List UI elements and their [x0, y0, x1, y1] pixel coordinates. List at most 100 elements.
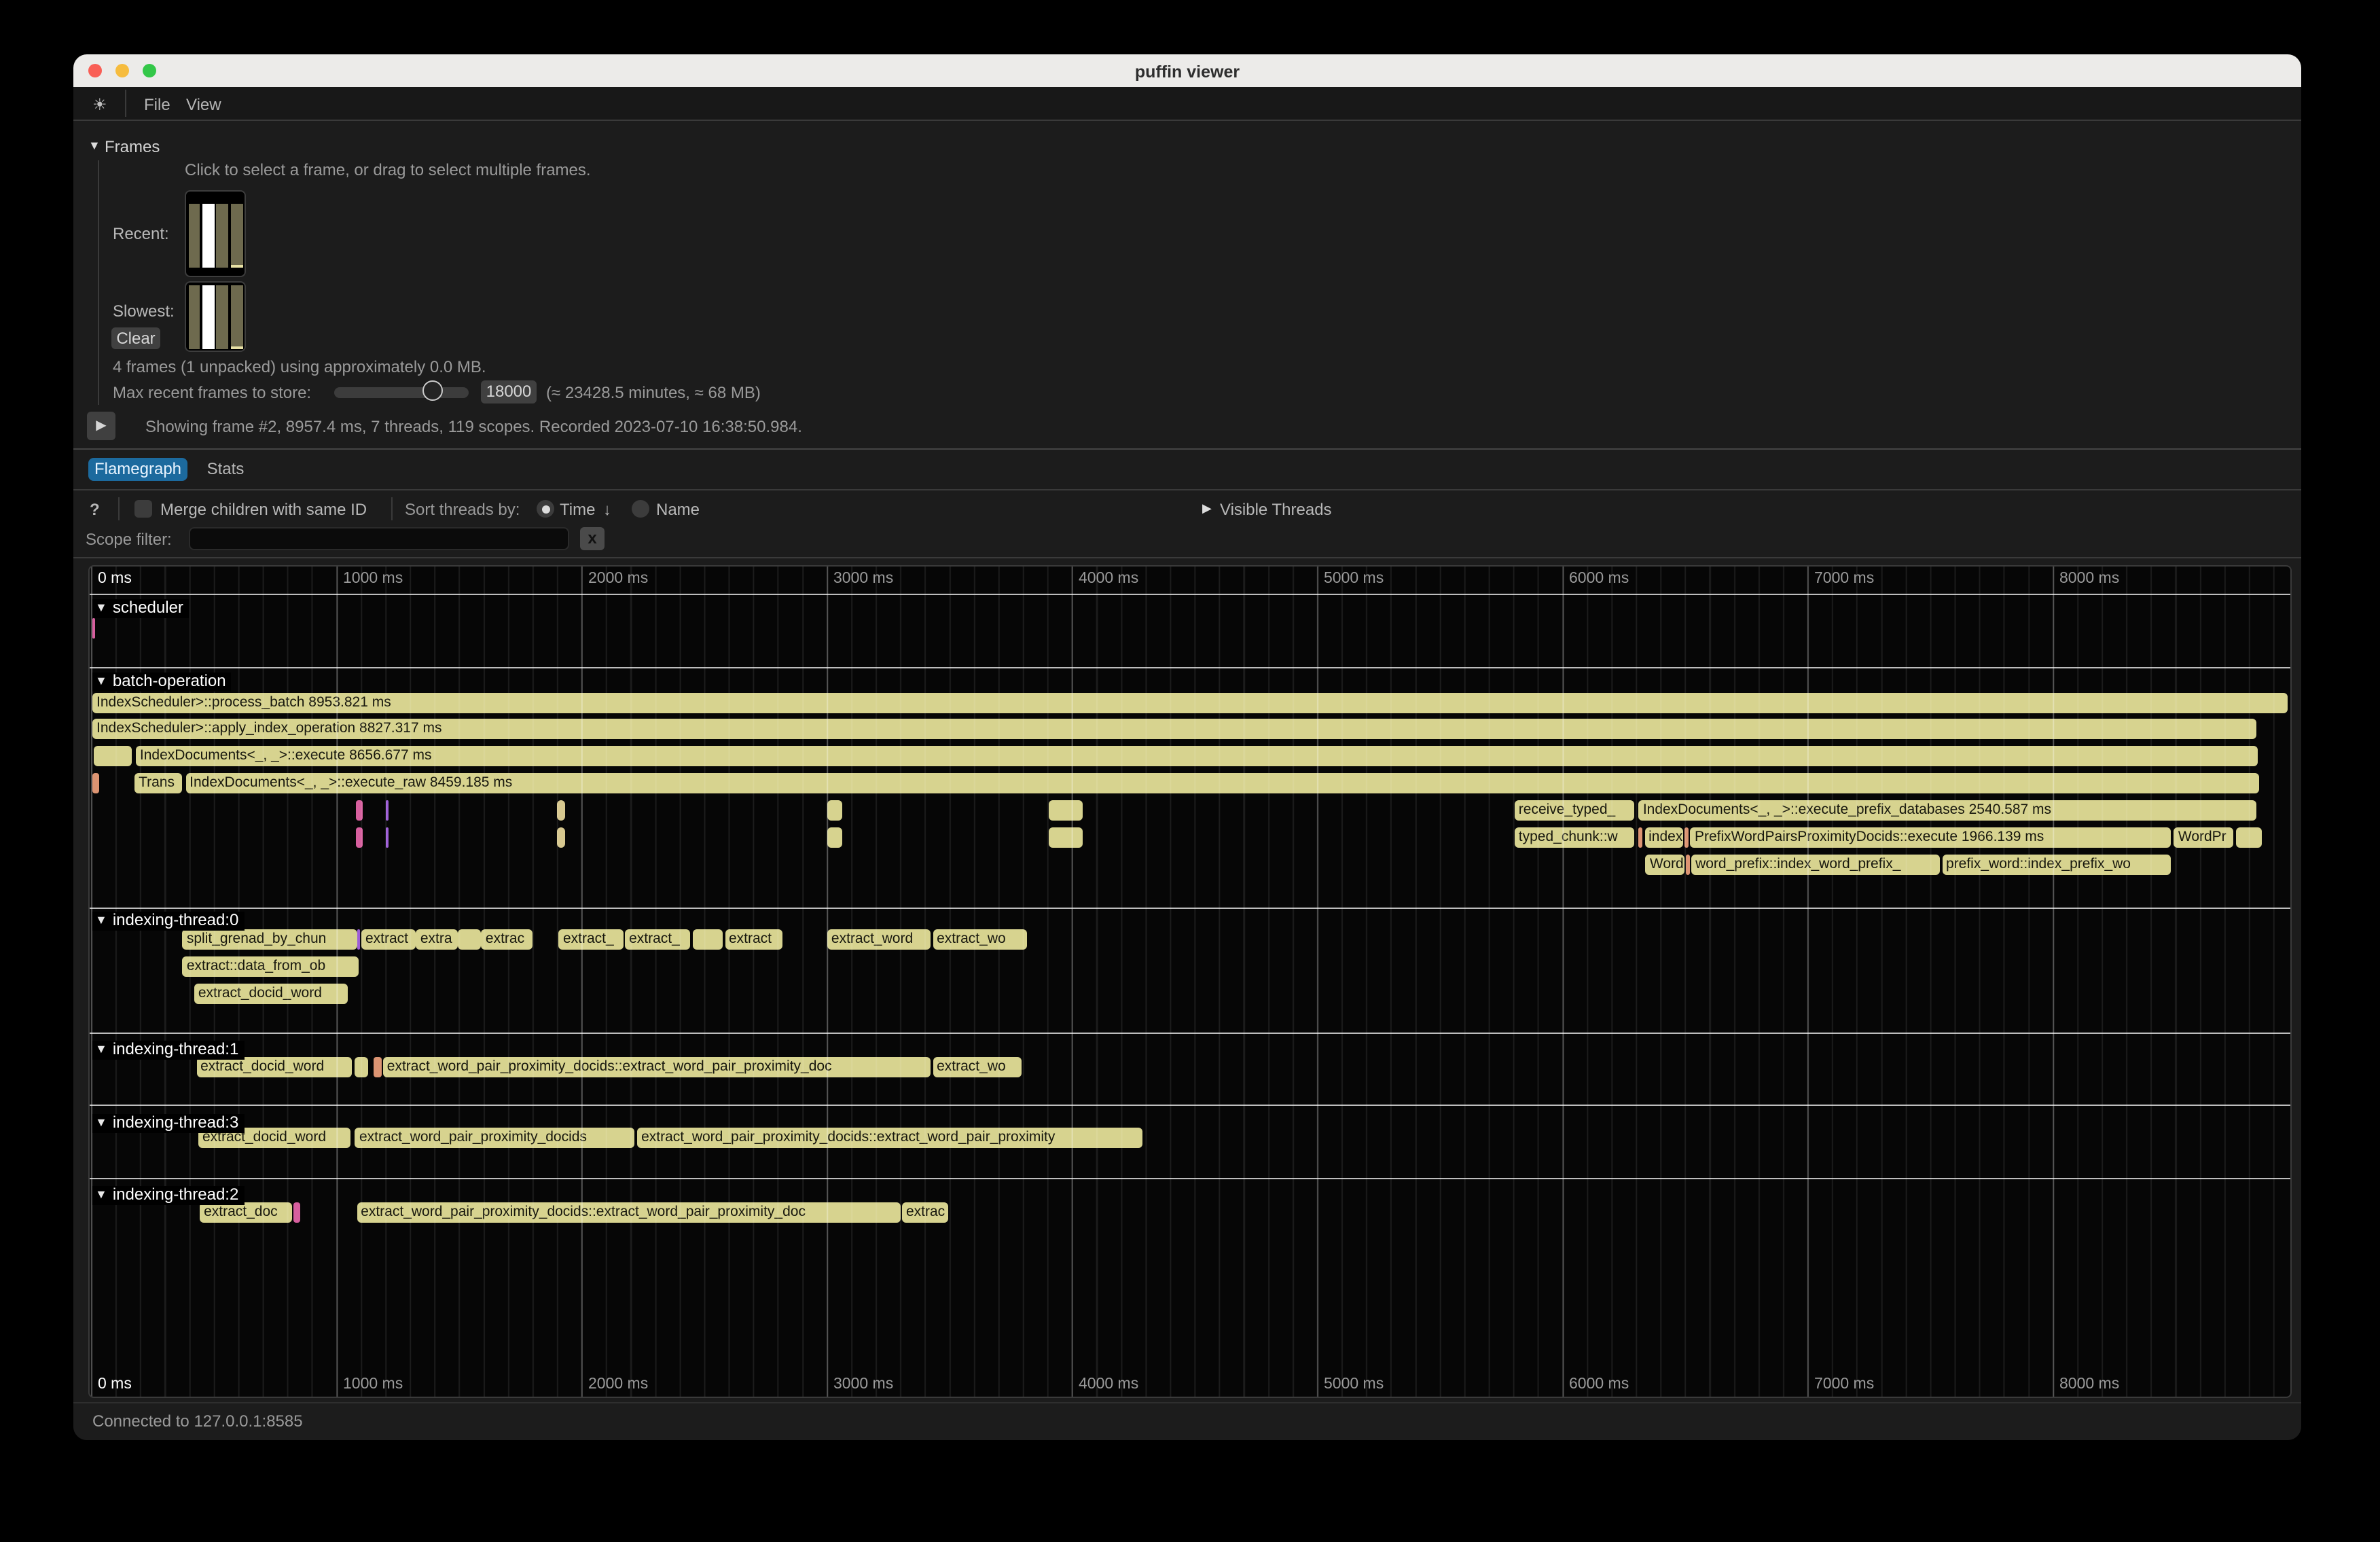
frames-collapse-arrow[interactable]: ▼	[88, 139, 101, 152]
sort-time-label[interactable]: Time	[560, 500, 595, 519]
scope-bar[interactable]: extract_wo	[933, 929, 1028, 950]
scope-bar[interactable]: receive_typed_	[1515, 800, 1635, 821]
thread-name: scheduler	[113, 598, 183, 617]
frame-thumbnail-bar[interactable]	[217, 203, 229, 267]
frame-thumbnail-bar[interactable]	[217, 285, 229, 348]
scope-bar[interactable]	[357, 929, 361, 950]
scope-bar[interactable]	[386, 800, 389, 821]
help-button[interactable]: ?	[90, 500, 100, 519]
scope-bar[interactable]: split_grenad_by_chun	[183, 929, 357, 950]
scope-bar[interactable]: IndexDocuments<_, _>::execute 8656.677 m…	[136, 746, 2258, 766]
scope-bar[interactable]	[827, 800, 843, 821]
scope-bar[interactable]: extra	[416, 929, 458, 950]
scope-bar[interactable]	[374, 1057, 382, 1077]
sort-name-label[interactable]: Name	[656, 500, 700, 519]
thread-section-header[interactable]: ▼indexing-thread:2	[92, 1186, 244, 1205]
sort-direction-arrow-icon[interactable]: ↓	[603, 500, 611, 519]
scope-bar[interactable]	[1639, 827, 1643, 848]
menu-file[interactable]: File	[144, 95, 170, 114]
scope-bar[interactable]: WordPr	[2174, 827, 2234, 848]
scope-bar[interactable]: extract_	[559, 929, 624, 950]
frame-thumbnail-bar[interactable]	[202, 203, 215, 267]
scope-bar[interactable]: extract_word_pair_proximity_docids::extr…	[357, 1202, 901, 1223]
thread-section-header[interactable]: ▼indexing-thread:3	[92, 1114, 244, 1133]
scope-bar[interactable]: extract_docid_word	[194, 984, 348, 1004]
recent-frames-thumbnail[interactable]	[185, 190, 246, 277]
frame-thumbnail-bar[interactable]	[230, 285, 242, 348]
scope-bar[interactable]	[692, 929, 723, 950]
scope-bar[interactable]	[94, 746, 132, 766]
thread-section-header[interactable]: ▼batch-operation	[92, 673, 232, 692]
scope-bar[interactable]	[1685, 827, 1689, 848]
scope-bar[interactable]: extract	[725, 929, 782, 950]
scope-bar[interactable]: IndexScheduler>::process_batch 8953.821 …	[92, 693, 2288, 713]
scope-bar[interactable]: extract_word_pair_proximity_docids::extr…	[637, 1128, 1143, 1148]
scope-filter-input[interactable]	[189, 527, 569, 550]
scope-bar[interactable]: typed_chunk::w	[1515, 827, 1635, 848]
scope-bar[interactable]	[92, 773, 100, 793]
max-frames-value[interactable]: 18000	[481, 380, 537, 404]
scope-bar[interactable]	[386, 827, 389, 848]
scope-bar[interactable]: extract_doc	[200, 1202, 292, 1223]
scope-bar[interactable]	[1049, 827, 1083, 848]
frames-header[interactable]: Frames	[105, 137, 160, 156]
scope-bar[interactable]	[2236, 827, 2262, 848]
clear-filter-button[interactable]: x	[580, 527, 605, 550]
sort-name-radio[interactable]	[632, 500, 649, 518]
scope-bar[interactable]: extract_docid_word	[196, 1057, 352, 1077]
thread-section-header[interactable]: ▼scheduler	[92, 599, 189, 618]
max-frames-slider[interactable]	[334, 387, 469, 398]
scope-bar[interactable]	[458, 929, 480, 950]
scope-bar[interactable]: word_prefix::index_word_prefix_	[1691, 855, 1939, 875]
slowest-frames-thumbnail[interactable]	[185, 281, 246, 352]
scope-bar[interactable]: IndexScheduler>::apply_index_operation 8…	[92, 719, 2257, 739]
scope-bar[interactable]	[92, 618, 95, 639]
merge-children-label[interactable]: Merge children with same ID	[160, 500, 367, 519]
scope-bar[interactable]: extract_word	[827, 929, 931, 950]
sort-time-radio[interactable]	[537, 500, 554, 518]
thread-name: indexing-thread:1	[113, 1039, 238, 1058]
scope-bar[interactable]: Word	[1646, 855, 1685, 875]
scope-bar[interactable]: index	[1644, 827, 1684, 848]
scope-bar[interactable]: IndexDocuments<_, _>::execute_prefix_dat…	[1639, 800, 2257, 821]
scope-bar[interactable]	[827, 827, 843, 848]
frame-thumbnail-bar[interactable]	[230, 203, 242, 267]
scope-bar[interactable]	[355, 1057, 368, 1077]
scope-bar[interactable]: extract_wo	[933, 1057, 1021, 1077]
scope-bar[interactable]	[557, 800, 566, 821]
scope-bar[interactable]: extract_word_pair_proximity_docids::extr…	[383, 1057, 931, 1077]
frame-thumbnail-bar[interactable]	[188, 285, 200, 348]
play-button[interactable]: ▶	[87, 412, 115, 440]
scope-bar[interactable]	[356, 827, 363, 848]
scope-bar[interactable]	[1049, 800, 1083, 821]
tab-flamegraph[interactable]: Flamegraph	[88, 458, 187, 481]
scope-bar[interactable]	[356, 800, 363, 821]
frame-thumbnail-bar[interactable]	[188, 203, 200, 267]
scope-bar[interactable]: PrefixWordPairsProximityDocids::execute …	[1691, 827, 2171, 848]
visible-threads-arrow-icon[interactable]: ▶	[1202, 501, 1212, 516]
menu-view[interactable]: View	[186, 95, 221, 114]
frame-thumbnail-bar[interactable]	[202, 285, 215, 348]
visible-threads-header[interactable]: Visible Threads	[1220, 500, 1332, 519]
scope-bar[interactable]	[1687, 855, 1690, 875]
theme-sun-icon[interactable]: ☀	[92, 95, 107, 114]
scope-bar[interactable]: extract::data_from_ob	[183, 956, 359, 977]
merge-children-checkbox[interactable]	[134, 500, 152, 518]
scope-bar[interactable]	[557, 827, 566, 848]
thread-section-header[interactable]: ▼indexing-thread:0	[92, 912, 244, 931]
flamegraph-canvas[interactable]: 0 ms0 ms1000 ms1000 ms2000 ms2000 ms3000…	[88, 565, 2292, 1398]
scope-bar[interactable]: extrac	[482, 929, 533, 950]
clear-button[interactable]: Clear	[111, 327, 160, 349]
thread-section-header[interactable]: ▼indexing-thread:1	[92, 1041, 244, 1060]
scope-bar[interactable]: IndexDocuments<_, _>::execute_raw 8459.1…	[185, 773, 2260, 793]
slider-knob[interactable]	[422, 380, 443, 401]
scope-bar[interactable]: Trans	[134, 773, 183, 793]
scope-bar[interactable]	[293, 1202, 300, 1223]
scope-bar[interactable]: extrac	[902, 1202, 948, 1223]
scope-bar[interactable]: extract	[361, 929, 416, 950]
scope-bar[interactable]: prefix_word::index_prefix_wo	[1942, 855, 2171, 875]
frames-summary: 4 frames (1 unpacked) using approximatel…	[113, 357, 486, 376]
tab-stats[interactable]: Stats	[198, 458, 253, 481]
scope-bar[interactable]: extract_	[625, 929, 691, 950]
scope-bar[interactable]: extract_word_pair_proximity_docids	[355, 1128, 634, 1148]
